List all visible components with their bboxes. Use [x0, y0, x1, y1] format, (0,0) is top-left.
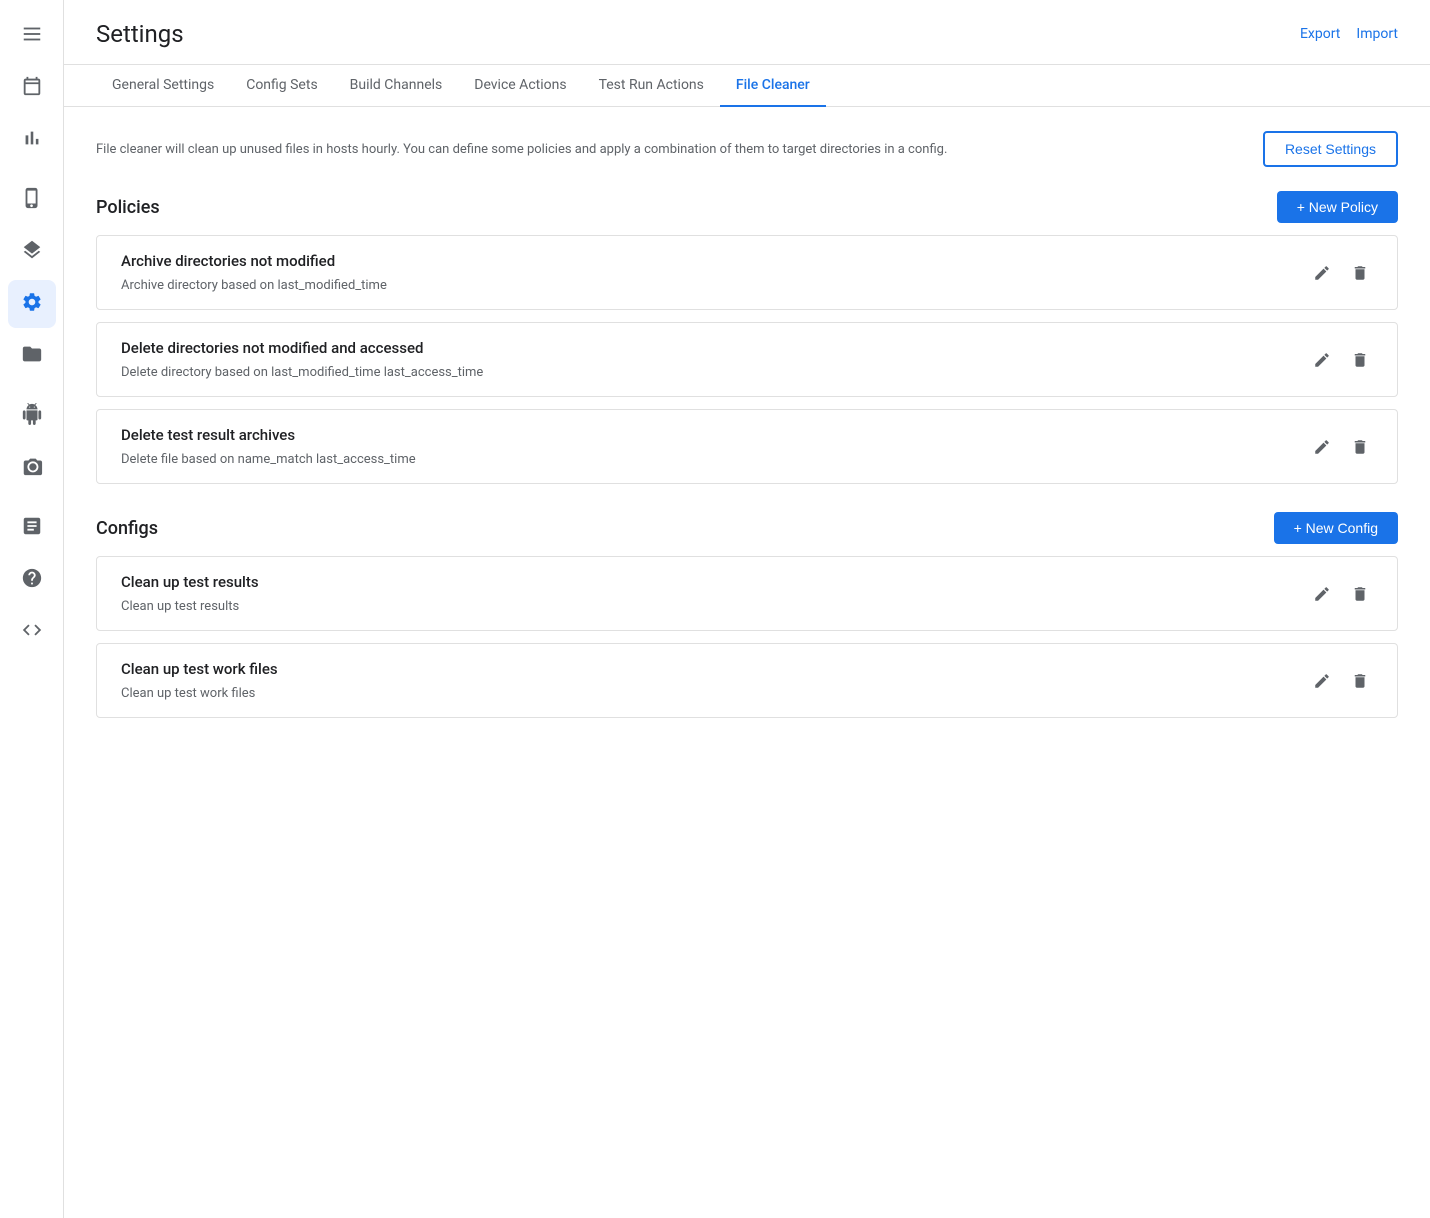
policy-edit-button-1[interactable]	[1309, 347, 1335, 373]
config-info-1: Clean up test work files Clean up test w…	[121, 660, 278, 701]
sidebar-item-report[interactable]	[8, 504, 56, 552]
policy-delete-button-1[interactable]	[1347, 347, 1373, 373]
sidebar-item-list[interactable]	[8, 12, 56, 60]
sidebar-item-folder[interactable]	[8, 332, 56, 380]
policies-section-header: Policies + New Policy	[96, 191, 1398, 223]
policy-actions-0	[1309, 260, 1373, 286]
tab-build-channels[interactable]: Build Channels	[334, 65, 459, 107]
policy-delete-button-2[interactable]	[1347, 434, 1373, 460]
new-policy-button[interactable]: + New Policy	[1277, 191, 1398, 223]
file-cleaner-content: File cleaner will clean up unused files …	[64, 107, 1430, 1218]
chart-icon	[21, 127, 43, 154]
tab-config-sets[interactable]: Config Sets	[230, 65, 333, 107]
page-title: Settings	[96, 20, 184, 48]
config-desc-1: Clean up test work files	[121, 686, 278, 701]
config-desc-0: Clean up test results	[121, 599, 259, 614]
configs-section-header: Configs + New Config	[96, 512, 1398, 544]
layers-icon	[21, 239, 43, 266]
diagnostic-icon	[21, 455, 43, 482]
android-icon	[21, 403, 43, 430]
policy-info-1: Delete directories not modified and acce…	[121, 339, 483, 380]
policy-desc-0: Archive directory based on last_modified…	[121, 278, 387, 293]
export-link[interactable]: Export	[1300, 26, 1340, 42]
policy-name-2: Delete test result archives	[121, 426, 416, 444]
config-card-1: Clean up test work files Clean up test w…	[96, 643, 1398, 718]
code-icon	[21, 619, 43, 646]
list-icon	[21, 23, 43, 50]
policy-card-1: Delete directories not modified and acce…	[96, 322, 1398, 397]
policy-edit-button-2[interactable]	[1309, 434, 1335, 460]
config-edit-button-1[interactable]	[1309, 668, 1335, 694]
config-name-1: Clean up test work files	[121, 660, 278, 678]
sidebar-item-help[interactable]	[8, 556, 56, 604]
config-delete-button-0[interactable]	[1347, 581, 1373, 607]
policy-card-2: Delete test result archives Delete file …	[96, 409, 1398, 484]
configs-title: Configs	[96, 518, 158, 539]
policy-info-2: Delete test result archives Delete file …	[121, 426, 416, 467]
main-content: Settings Export Import General Settings …	[64, 0, 1430, 1218]
policy-actions-2	[1309, 434, 1373, 460]
import-link[interactable]: Import	[1356, 26, 1398, 42]
new-config-button[interactable]: + New Config	[1274, 512, 1398, 544]
policy-name-1: Delete directories not modified and acce…	[121, 339, 483, 357]
sidebar-item-layers[interactable]	[8, 228, 56, 276]
policy-desc-1: Delete directory based on last_modified_…	[121, 365, 483, 380]
sidebar-item-calendar[interactable]	[8, 64, 56, 112]
config-info-0: Clean up test results Clean up test resu…	[121, 573, 259, 614]
policies-title: Policies	[96, 197, 160, 218]
policy-edit-button-0[interactable]	[1309, 260, 1335, 286]
tab-file-cleaner[interactable]: File Cleaner	[720, 65, 826, 107]
tab-device-actions[interactable]: Device Actions	[458, 65, 582, 107]
sidebar-item-settings[interactable]	[8, 280, 56, 328]
reset-settings-button[interactable]: Reset Settings	[1263, 131, 1398, 167]
policy-actions-1	[1309, 347, 1373, 373]
policy-info-0: Archive directories not modified Archive…	[121, 252, 387, 293]
config-card-0: Clean up test results Clean up test resu…	[96, 556, 1398, 631]
description-text: File cleaner will clean up unused files …	[96, 142, 1239, 157]
tab-test-run-actions[interactable]: Test Run Actions	[583, 65, 720, 107]
description-row: File cleaner will clean up unused files …	[96, 131, 1398, 167]
sidebar	[0, 0, 64, 1218]
tab-general-settings[interactable]: General Settings	[96, 65, 230, 107]
sidebar-item-android[interactable]	[8, 392, 56, 440]
device-icon	[21, 187, 43, 214]
help-icon	[21, 567, 43, 594]
header-actions: Export Import	[1300, 26, 1398, 42]
config-actions-0	[1309, 581, 1373, 607]
sidebar-item-code[interactable]	[8, 608, 56, 656]
sidebar-item-device[interactable]	[8, 176, 56, 224]
sidebar-item-chart[interactable]	[8, 116, 56, 164]
calendar-icon	[21, 75, 43, 102]
settings-icon	[21, 291, 43, 318]
page-header: Settings Export Import	[64, 0, 1430, 65]
report-icon	[21, 515, 43, 542]
config-delete-button-1[interactable]	[1347, 668, 1373, 694]
folder-icon	[21, 343, 43, 370]
config-actions-1	[1309, 668, 1373, 694]
policy-card-0: Archive directories not modified Archive…	[96, 235, 1398, 310]
config-name-0: Clean up test results	[121, 573, 259, 591]
policy-delete-button-0[interactable]	[1347, 260, 1373, 286]
sidebar-item-diagnostic[interactable]	[8, 444, 56, 492]
policy-desc-2: Delete file based on name_match last_acc…	[121, 452, 416, 467]
config-edit-button-0[interactable]	[1309, 581, 1335, 607]
tabs-bar: General Settings Config Sets Build Chann…	[64, 65, 1430, 107]
policy-name-0: Archive directories not modified	[121, 252, 387, 270]
